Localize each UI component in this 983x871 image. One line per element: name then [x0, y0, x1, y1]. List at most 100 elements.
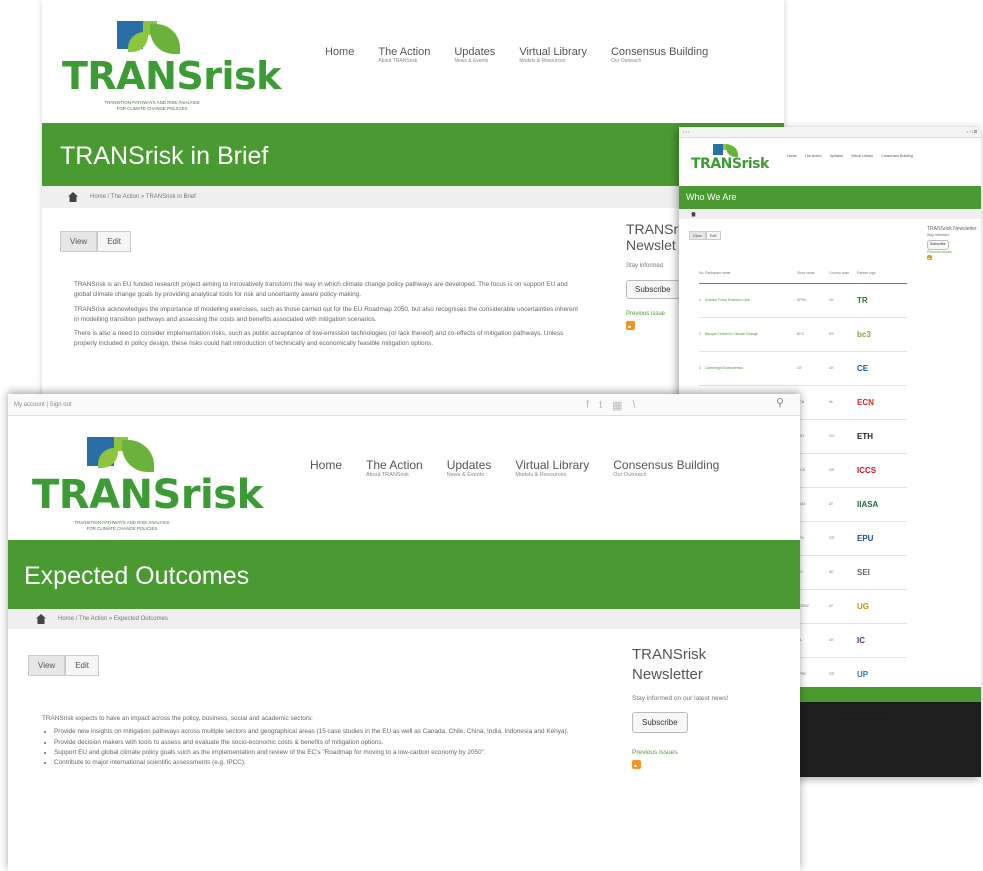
window-titlebar: ▪ ▪ ▪ ⌕ f t ▤: [679, 127, 981, 138]
breadcrumb-text[interactable]: Home / The Action » Expected Outcomes: [58, 616, 168, 622]
nav-the-action[interactable]: The Action About TRANSrisk: [366, 458, 423, 478]
logo-word-a: TRANS: [32, 472, 181, 518]
nav-consensus-building[interactable]: Consensus Building Our Outreach: [611, 46, 708, 64]
main-nav: Home The Action About TRANSrisk Updates Ne…: [325, 46, 732, 64]
twitter-icon[interactable]: t: [599, 399, 602, 412]
tab-edit[interactable]: Edit: [97, 231, 131, 252]
subscribe-button[interactable]: Subscribe: [632, 712, 688, 733]
partner-logo-mark: ECN: [857, 397, 874, 407]
list-item: Provide decision makers with tools to as…: [54, 738, 592, 748]
partner-logo-mark: IC: [857, 635, 865, 645]
nav-label: Home: [787, 154, 797, 158]
nav-home[interactable]: Home: [787, 154, 797, 158]
previous-issues-link[interactable]: Previous issues: [927, 250, 979, 256]
main-nav: Home The Action About TRANSrisk Updates Ne…: [310, 458, 743, 478]
site-header: TRANSrisk Home The Action Updates Virtua…: [679, 138, 981, 186]
nav-updates[interactable]: Updates: [830, 154, 843, 158]
home-icon[interactable]: [691, 211, 696, 217]
search-icon[interactable]: ⚲: [776, 396, 784, 409]
table-row: 2 Basque Centre for Climate Change BC3 ES bc…: [699, 317, 907, 352]
sidebar-title: TRANSrisk Newsletter: [927, 226, 977, 232]
cell-participant[interactable]: Science Policy Research Unit: [705, 283, 797, 318]
nav-consensus-building[interactable]: Consensus Building Our Outreach: [613, 458, 719, 478]
nav-the-action[interactable]: The Action About TRANSrisk: [378, 46, 430, 64]
transrisk-logo[interactable]: TRANSrisk: [691, 142, 769, 182]
cell-short-name: ICCS: [797, 453, 829, 488]
nav-virtual-library[interactable]: Virtual Library: [851, 154, 873, 158]
page-title: Expected Outcomes: [8, 540, 800, 609]
tab-view[interactable]: View: [689, 231, 706, 240]
social-links: f t ▦ \: [586, 399, 636, 412]
nav-sub: Our Outreach: [610, 58, 642, 64]
page-body: TRANSrisk expects to have an impact acro…: [42, 714, 592, 768]
breadcrumb: Home / The Action » Expected Outcomes: [8, 609, 800, 629]
account-links[interactable]: My account | Sign out: [14, 402, 72, 408]
subscribe-button[interactable]: Subscribe: [626, 280, 680, 299]
nav-updates[interactable]: Updates News & Events: [447, 458, 492, 478]
page-title: Who We Are: [679, 186, 981, 209]
body-paragraph: There is also a need to consider impleme…: [74, 330, 564, 348]
transrisk-logo[interactable]: TRANSrisk TRANSITION PATHWAYS AND RISK A…: [32, 432, 263, 532]
transrisk-logo[interactable]: TRANSrisk TRANSITION PATHWAYS AND RISK A…: [62, 18, 281, 114]
nav-the-action[interactable]: The Action: [805, 154, 822, 158]
nav-virtual-library[interactable]: Virtual Library Models & Resources: [515, 458, 589, 478]
newsletter-block: TRANSrisk Newsletter Stay informed on ou…: [632, 646, 782, 774]
partner-logo: CE: [857, 351, 907, 386]
edit-tabs: View Edit: [28, 655, 99, 676]
cell-short-name: ICL: [797, 623, 829, 658]
partner-logo-mark: EPU: [857, 533, 874, 543]
subscribe-button[interactable]: Subscribe: [927, 240, 949, 250]
nav-label: Virtual Library: [519, 46, 587, 58]
partner-logo: ICCS: [857, 453, 907, 488]
cell-short-name: UPRC: [797, 657, 829, 692]
home-icon[interactable]: [68, 192, 78, 202]
cell-country: NL: [829, 385, 857, 420]
nav-home[interactable]: Home: [325, 46, 354, 64]
rss-icon[interactable]: \: [633, 399, 636, 412]
tab-view[interactable]: View: [28, 655, 66, 676]
partner-logo-mark: TR: [857, 295, 868, 305]
site-header: TRANSrisk TRANSITION PATHWAYS AND RISK A…: [42, 0, 784, 123]
tab-view[interactable]: View: [60, 231, 98, 252]
rss-icon[interactable]: [632, 760, 641, 769]
cell-short-name: ETH: [797, 419, 829, 454]
search-input[interactable]: ⚲: [690, 396, 786, 412]
calendar-icon[interactable]: ▦: [612, 399, 622, 412]
tab-edit[interactable]: Edit: [65, 655, 99, 676]
facebook-icon[interactable]: f: [586, 399, 589, 412]
partner-logo: TR: [857, 283, 907, 318]
home-icon[interactable]: [36, 614, 46, 624]
table-row: 3 Cambridge Econometrics CE UK CE: [699, 351, 907, 386]
nav-label: Home: [310, 458, 343, 472]
partner-logo: EPU: [857, 521, 907, 556]
table-row: 1 Science Policy Research Unit SPRU UK TR: [699, 283, 907, 318]
nav-home[interactable]: Home: [310, 458, 342, 478]
nav-updates[interactable]: Updates News & Events: [454, 46, 495, 64]
logo-word-a: TRANS: [62, 54, 204, 98]
nav-label: Updates: [829, 154, 843, 158]
main-nav: Home The Action Updates Virtual Library …: [787, 154, 921, 158]
cell-short-name: BC3: [797, 317, 829, 352]
partner-logo: IIASA: [857, 487, 907, 522]
nav-sub: Models & Resources: [519, 58, 566, 64]
nav-sub: Our Outreach: [613, 472, 647, 478]
rss-icon[interactable]: [626, 321, 635, 330]
previous-issues-link[interactable]: Previous issues: [632, 749, 782, 756]
logo-word-b: risk: [741, 156, 769, 172]
list-item: Provide new insights on mitigation pathw…: [54, 727, 592, 737]
partner-logo-mark: bc3: [857, 329, 871, 339]
partner-logo-mark: ETH: [857, 431, 873, 441]
nav-sub: About TRANSrisk: [378, 58, 418, 64]
partner-logo: IC: [857, 623, 907, 658]
logo-word-b: risk: [180, 472, 263, 518]
cell-participant[interactable]: Basque Centre for Climate Change: [705, 317, 797, 352]
rss-icon[interactable]: [927, 255, 932, 260]
nav-consensus-building[interactable]: Consensus Building: [881, 154, 913, 158]
nav-virtual-library[interactable]: Virtual Library Models & Resources: [519, 46, 587, 64]
cell-short-name: IIASA: [797, 487, 829, 522]
partner-logo: UG: [857, 589, 907, 624]
footer-text: · · · · · · · · · · · · · · · · · · · · …: [839, 714, 890, 718]
breadcrumb-text[interactable]: Home / The Action » TRANSrisk in Brief: [90, 194, 196, 200]
tab-edit[interactable]: Edit: [705, 231, 721, 240]
cell-participant[interactable]: Cambridge Econometrics: [705, 351, 797, 386]
